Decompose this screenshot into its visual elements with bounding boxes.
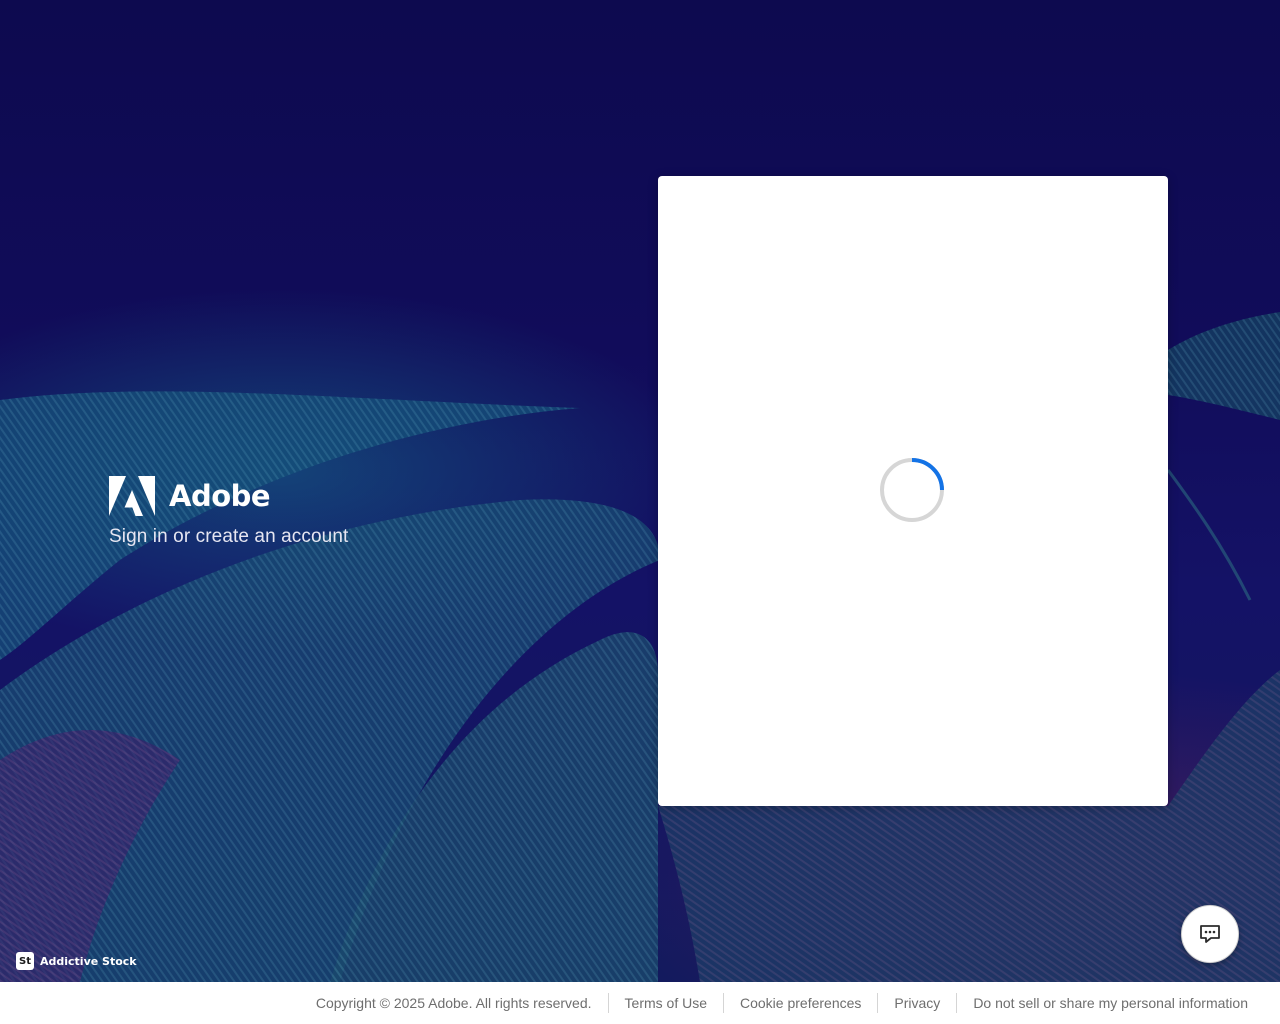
chat-bubble-icon [1200, 925, 1220, 943]
background-stage: Adobe Sign in or create an account St Ad… [0, 0, 1280, 982]
footer-copyright: Copyright © 2025 Adobe. All rights reser… [315, 995, 592, 1011]
image-attribution[interactable]: St Addictive Stock [16, 952, 137, 970]
attribution-text: Addictive Stock [40, 954, 137, 968]
adobe-logo-icon [109, 476, 155, 516]
footer-link-terms[interactable]: Terms of Use [625, 995, 707, 1011]
footer-link-cookie-preferences[interactable]: Cookie preferences [740, 995, 861, 1011]
chat-button[interactable] [1181, 905, 1239, 963]
page-tagline: Sign in or create an account [109, 526, 349, 547]
stock-badge-icon: St [16, 952, 34, 970]
brand-name: Adobe [169, 479, 271, 513]
footer-link-do-not-sell[interactable]: Do not sell or share my personal informa… [973, 995, 1248, 1011]
footer-link-privacy[interactable]: Privacy [894, 995, 940, 1011]
signin-card [658, 176, 1168, 806]
footer-links: Copyright © 2025 Adobe. All rights reser… [316, 982, 1248, 1024]
footer-link-item: Cookie preferences [723, 993, 877, 1013]
brand-block: Adobe Sign in or create an account [109, 476, 348, 548]
footer-link-item: Privacy [877, 993, 956, 1013]
brand-row: Adobe [109, 476, 348, 516]
footer-link-item: Terms of Use [607, 993, 723, 1013]
footer-link-item: Do not sell or share my personal informa… [956, 993, 1248, 1013]
page-footer: Copyright © 2025 Adobe. All rights reser… [0, 982, 1280, 1024]
loading-spinner-icon [880, 458, 944, 522]
